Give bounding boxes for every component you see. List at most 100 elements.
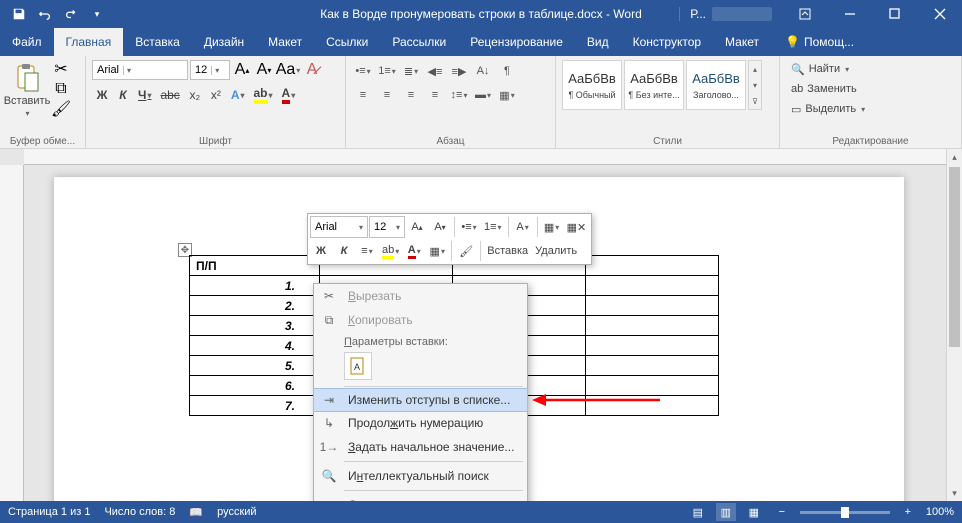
scroll-thumb[interactable] <box>949 167 960 347</box>
justify-icon[interactable]: ≡ <box>424 84 446 106</box>
scroll-up-icon[interactable]: ▴ <box>947 149 962 165</box>
grow-font-icon[interactable]: A▴ <box>232 60 252 80</box>
clear-format-icon[interactable]: A̷ <box>302 60 322 80</box>
ribbon-options-icon[interactable] <box>782 0 827 28</box>
status-page[interactable]: Страница 1 из 1 <box>8 506 90 518</box>
redo-icon[interactable] <box>60 3 82 25</box>
ctx-continue-numbering[interactable]: ↳Продолжить нумерацию <box>314 411 527 435</box>
mini-font-color-icon[interactable]: A▾ <box>403 240 425 262</box>
mini-grow-font-icon[interactable]: A▴ <box>406 216 428 238</box>
zoom-in-icon[interactable]: + <box>898 503 918 521</box>
strike-button[interactable]: abc <box>156 84 183 106</box>
mini-styles-icon[interactable]: A▾ <box>512 216 534 238</box>
maximize-icon[interactable] <box>872 0 917 28</box>
tab-layout[interactable]: Макет <box>256 28 314 56</box>
tab-home[interactable]: Главная <box>54 28 124 56</box>
copy-icon[interactable]: ⧉ <box>50 80 72 98</box>
ctx-copy[interactable]: ⧉Копировать <box>314 308 527 332</box>
qat-customize-icon[interactable]: ▾ <box>86 3 108 25</box>
mini-highlight-icon[interactable]: ab▾ <box>379 240 402 262</box>
mini-format-painter-icon[interactable]: 🖌 <box>455 240 477 262</box>
font-name-combo[interactable]: Arial▾ <box>92 60 188 80</box>
format-painter-icon[interactable]: 🖌 <box>50 100 72 118</box>
shrink-font-icon[interactable]: A▾ <box>254 60 274 80</box>
mini-align-icon[interactable]: ≡▾ <box>356 240 378 262</box>
decrease-indent-icon[interactable]: ◀≡ <box>424 60 446 82</box>
status-words[interactable]: Число слов: 8 <box>104 506 175 518</box>
zoom-slider[interactable] <box>800 511 890 514</box>
mini-delete-button[interactable]: Удалить <box>532 240 580 262</box>
mini-numbering-icon[interactable]: 1≡▾ <box>481 216 505 238</box>
status-proofing-icon[interactable]: 📖 <box>189 506 203 519</box>
style-normal[interactable]: АаБбВв ¶ Обычный <box>562 60 622 110</box>
font-color-icon[interactable]: A▾ <box>278 84 300 106</box>
table-header-cell[interactable]: П/П <box>190 256 320 276</box>
more-icon[interactable]: ⊽ <box>749 93 761 109</box>
ctx-smart-lookup[interactable]: 🔍Интеллектуальный поиск <box>314 464 527 488</box>
underline-button[interactable]: Ч▾ <box>134 84 155 106</box>
paste-keep-formatting-icon[interactable]: A <box>344 352 372 380</box>
find-button[interactable]: 🔍Найти▾ <box>786 60 870 78</box>
close-icon[interactable] <box>917 0 962 28</box>
zoom-thumb[interactable] <box>841 507 849 518</box>
vertical-ruler[interactable] <box>0 165 24 501</box>
highlight-icon[interactable]: ab▾ <box>250 84 277 106</box>
paste-button[interactable]: Вставить ▾ <box>6 60 48 120</box>
tab-insert[interactable]: Вставка <box>123 28 192 56</box>
tab-design[interactable]: Дизайн <box>192 28 256 56</box>
cut-icon[interactable]: ✂ <box>50 60 72 78</box>
increase-indent-icon[interactable]: ≡▶ <box>448 60 470 82</box>
sort-icon[interactable]: A↓ <box>472 60 494 82</box>
tab-file[interactable]: Файл <box>0 28 54 56</box>
line-spacing-icon[interactable]: ↕≡▾ <box>448 84 470 106</box>
align-center-icon[interactable]: ≡ <box>376 84 398 106</box>
mini-shrink-font-icon[interactable]: A▾ <box>429 216 451 238</box>
bold-button[interactable]: Ж <box>92 84 112 106</box>
status-language[interactable]: русский <box>217 506 256 518</box>
save-icon[interactable] <box>8 3 30 25</box>
font-size-combo[interactable]: 12▾ <box>190 60 230 80</box>
horizontal-ruler[interactable] <box>24 149 946 165</box>
style-no-spacing[interactable]: АаБбВв ¶ Без инте... <box>624 60 684 110</box>
numbering-icon[interactable]: 1≡▾ <box>376 60 398 82</box>
tell-me[interactable]: 💡 Помощ... <box>775 28 864 56</box>
tab-table-design[interactable]: Конструктор <box>621 28 713 56</box>
mini-bullets-icon[interactable]: •≡▾ <box>458 216 480 238</box>
ctx-cut[interactable]: ✂Вырезать <box>314 284 527 308</box>
view-print-icon[interactable]: ▥ <box>716 503 736 521</box>
styles-gallery-more[interactable]: ▴ ▾ ⊽ <box>748 60 762 110</box>
chevron-down-icon[interactable]: ▾ <box>749 77 761 93</box>
tab-review[interactable]: Рецензирование <box>458 28 575 56</box>
align-left-icon[interactable]: ≡ <box>352 84 374 106</box>
borders-icon[interactable]: ▦▾ <box>496 84 518 106</box>
tab-table-layout[interactable]: Макет <box>713 28 771 56</box>
text-effects-icon[interactable]: A▾ <box>227 84 249 106</box>
scroll-down-icon[interactable]: ▾ <box>947 485 962 501</box>
ctx-adjust-list-indents[interactable]: ⇥Изменить отступы в списке... <box>313 388 528 412</box>
subscript-button[interactable]: x₂ <box>185 84 205 106</box>
mini-size-combo[interactable]: 12▾ <box>369 216 405 238</box>
tab-view[interactable]: Вид <box>575 28 621 56</box>
vertical-scrollbar[interactable]: ▴ ▾ <box>946 149 962 501</box>
mini-font-combo[interactable]: Arial▾ <box>310 216 368 238</box>
replace-button[interactable]: abЗаменить <box>786 80 870 98</box>
ctx-set-numbering-value[interactable]: 1→Задать начальное значение... <box>314 435 527 459</box>
change-case-icon[interactable]: Aa▾ <box>276 60 300 80</box>
style-heading1[interactable]: АаБбВв Заголово... <box>686 60 746 110</box>
mini-table-insert-icon[interactable]: ▦▾ <box>541 216 563 238</box>
mini-bold-button[interactable]: Ж <box>310 240 332 262</box>
mini-table-delete-icon[interactable]: ▦✕ <box>564 216 590 238</box>
tab-mailings[interactable]: Рассылки <box>380 28 458 56</box>
mini-insert-button[interactable]: Вставка <box>484 240 531 262</box>
bullets-icon[interactable]: •≡▾ <box>352 60 374 82</box>
multilevel-icon[interactable]: ≣▾ <box>400 60 422 82</box>
mini-borders-icon[interactable]: ▦▾ <box>426 240 448 262</box>
zoom-out-icon[interactable]: − <box>772 503 792 521</box>
account-button[interactable]: Р... <box>679 7 782 21</box>
view-read-icon[interactable]: ▤ <box>688 503 708 521</box>
minimize-icon[interactable] <box>827 0 872 28</box>
chevron-up-icon[interactable]: ▴ <box>749 61 761 77</box>
italic-button[interactable]: К <box>113 84 133 106</box>
mini-italic-button[interactable]: К <box>333 240 355 262</box>
select-button[interactable]: ▭Выделить▾ <box>786 100 870 118</box>
